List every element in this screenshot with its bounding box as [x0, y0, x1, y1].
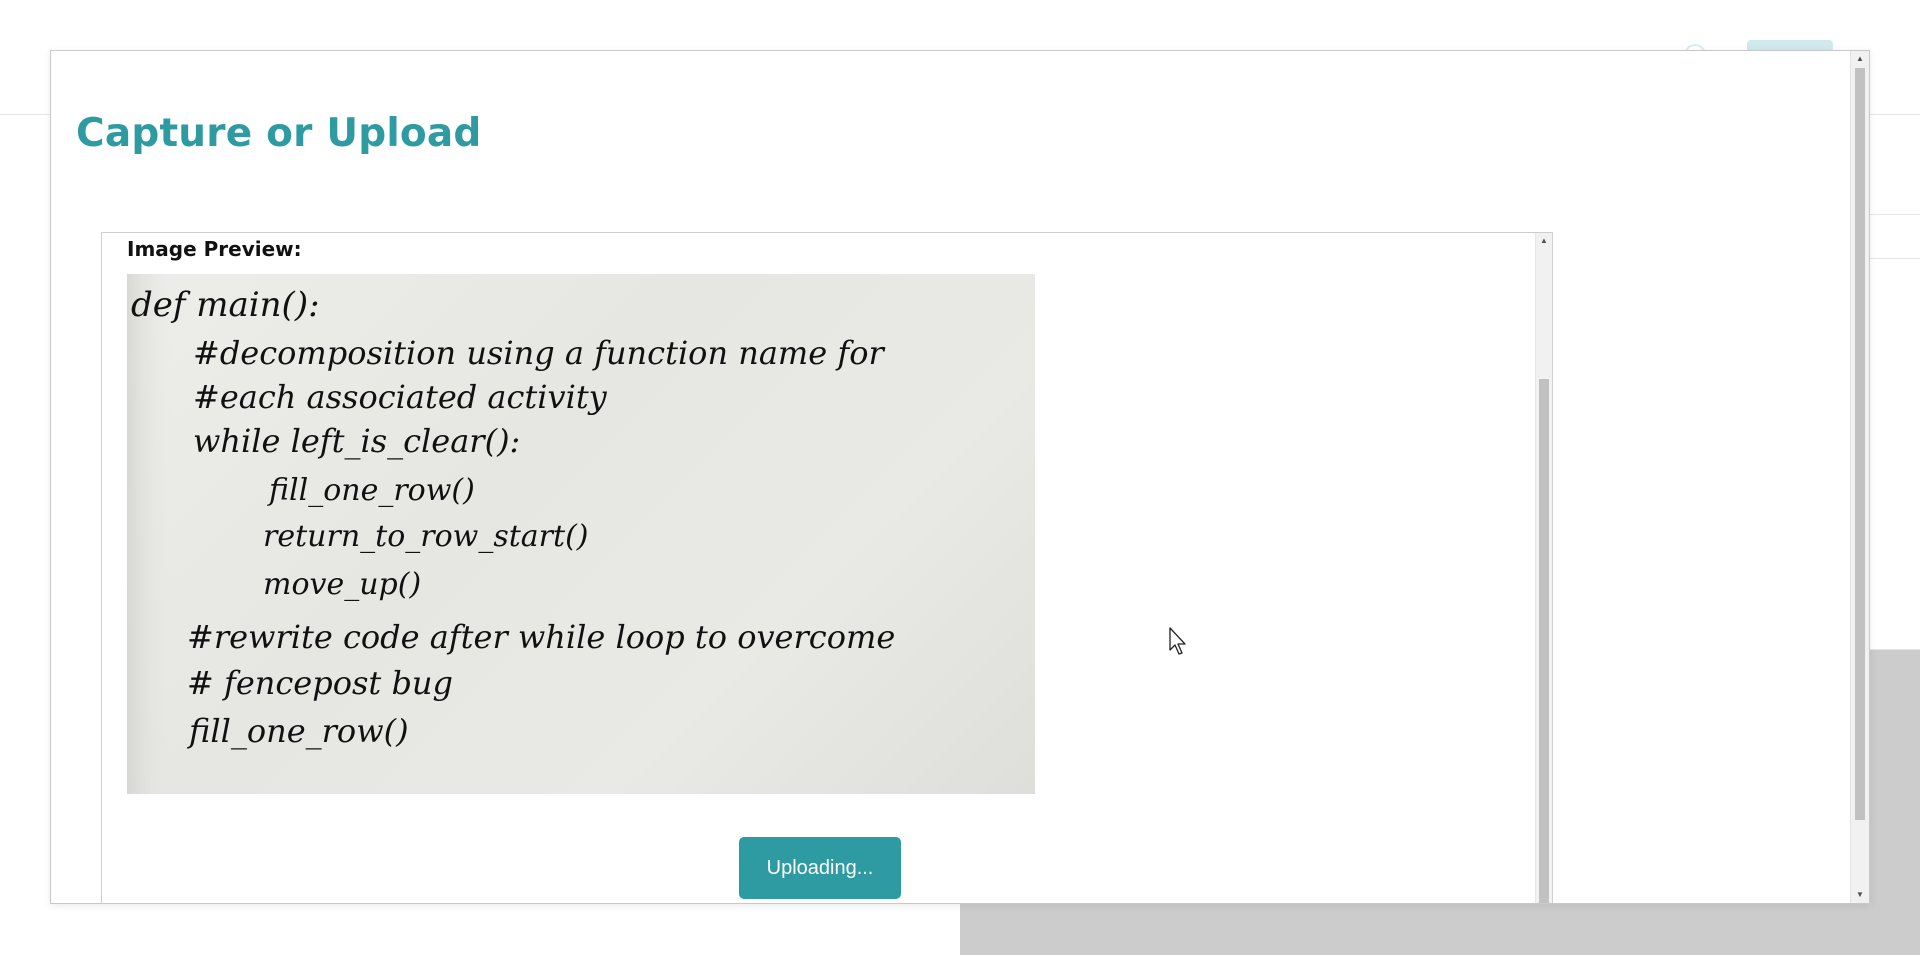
uploading-button[interactable]: Uploading...	[739, 837, 901, 899]
code-line-9: # fencepost bug	[187, 664, 453, 702]
code-line-5: fill_one_row()	[267, 473, 475, 508]
code-line-7: move_up()	[263, 567, 421, 602]
code-line-8: #rewrite code after while loop to overco…	[187, 618, 895, 656]
code-line-2: #decomposition using a function name for	[193, 334, 885, 372]
preview-scrollbar-thumb[interactable]	[1539, 379, 1549, 903]
image-preview-label: Image Preview:	[127, 237, 302, 261]
preview-scrollbar[interactable]: ▲	[1535, 233, 1552, 903]
mouse-pointer-icon	[1169, 627, 1186, 655]
capture-upload-modal: Capture or Upload Image Preview: def mai…	[50, 50, 1870, 904]
modal-title: Capture or Upload	[76, 111, 482, 156]
scroll-up-arrow-icon[interactable]: ▲	[1851, 51, 1869, 67]
code-line-1: def main():	[131, 285, 320, 325]
scroll-down-arrow-icon[interactable]: ▼	[1851, 887, 1869, 903]
code-line-6: return_to_row_start()	[263, 519, 588, 554]
modal-scrollbar[interactable]: ▲ ▼	[1850, 51, 1869, 903]
scroll-up-arrow-icon[interactable]: ▲	[1536, 233, 1552, 249]
background-overlay-strip	[1868, 650, 1920, 655]
background-card	[1868, 258, 1920, 650]
modal-scrollbar-thumb[interactable]	[1855, 68, 1865, 820]
code-line-4: while left_is_clear():	[193, 422, 520, 460]
code-line-10: fill_one_row()	[187, 712, 409, 750]
image-preview: def main(): #decomposition using a functi…	[127, 274, 1035, 794]
image-preview-panel[interactable]: Image Preview: def main(): #decomposition…	[101, 232, 1553, 903]
background-divider	[1868, 214, 1920, 215]
code-line-3: #each associated activity	[193, 378, 608, 416]
